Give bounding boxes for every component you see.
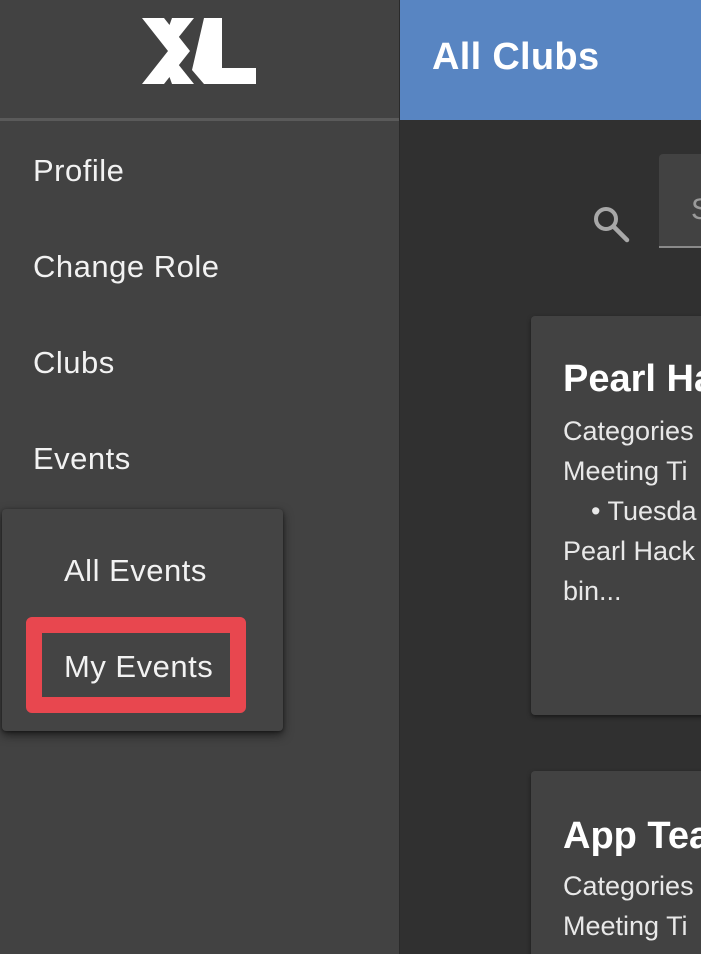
club-card-title: App Tea [563,815,701,857]
search-icon[interactable] [592,205,630,243]
club-card-description: Pearl Hack [563,536,696,566]
club-card-categories: Categories [563,416,694,446]
club-card-description-cont: bin... [563,576,622,606]
club-card-meeting-times: Meeting Ti [563,456,688,486]
club-card-title: Pearl Ha [563,358,701,400]
sidebar: Profile Change Role Clubs Events r [0,0,400,954]
sidebar-item-label: Profile [33,153,125,188]
menu-item-all-events[interactable]: All Events [64,551,207,591]
page-title: All Clubs [432,36,600,78]
club-card-meeting-times: Meeting Ti [563,911,688,941]
club-card-categories: Categories [563,871,694,901]
events-dropdown-menu: All Events My Events [2,509,283,731]
sidebar-item-clubs[interactable]: Clubs [33,343,115,383]
app-header: All Clubs [400,0,701,120]
club-card[interactable]: App Tea Categories Meeting Ti [531,771,701,954]
search-input[interactable]: S [659,154,701,248]
sidebar-item-label: Events [33,441,131,476]
sidebar-item-profile[interactable]: Profile [33,151,124,191]
club-card[interactable]: Pearl Ha Categories Meeting Ti • Tuesda … [531,316,701,715]
sidebar-item-label: Change Role [33,249,220,284]
menu-item-my-events[interactable]: My Events [64,647,213,687]
logo-area [0,0,399,121]
sidebar-item-change-role[interactable]: Change Role [33,247,219,287]
sidebar-item-label: Clubs [33,345,115,380]
club-card-meeting-day: • Tuesda [591,496,697,526]
xl-logo-icon[interactable] [142,18,256,84]
sidebar-item-events[interactable]: Events [33,439,131,479]
app-root: Profile Change Role Clubs Events r All E… [0,0,701,954]
